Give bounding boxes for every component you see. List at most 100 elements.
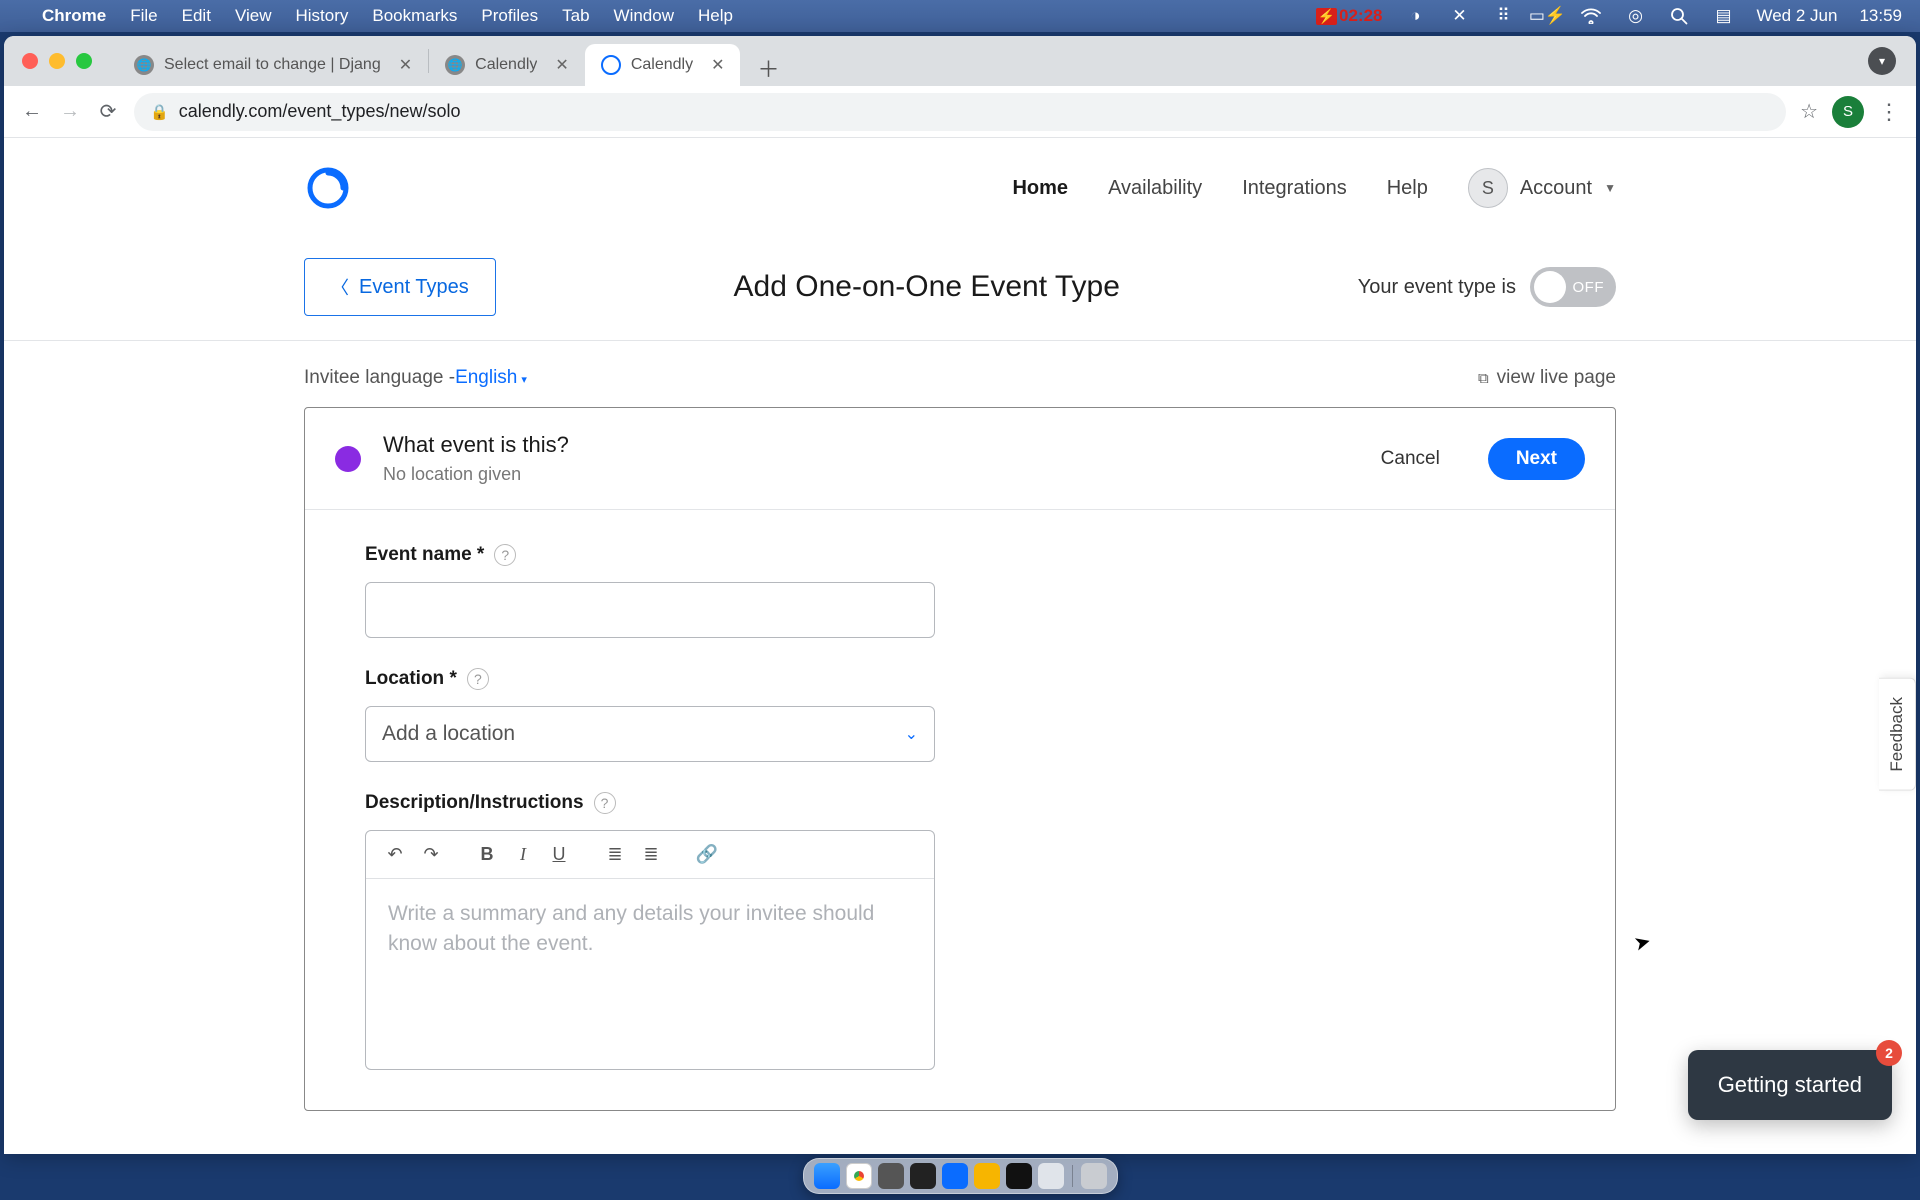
event-type-toggle[interactable]: OFF	[1530, 267, 1616, 307]
toggle-knob	[1534, 271, 1566, 303]
wifi-icon[interactable]	[1580, 8, 1602, 24]
rte-underline-button[interactable]: U	[544, 840, 574, 870]
rte-italic-button[interactable]: I	[508, 840, 538, 870]
back-button[interactable]: ←	[20, 100, 44, 123]
battery-icon[interactable]: ▭⚡	[1536, 6, 1558, 26]
menu-history[interactable]: History	[295, 6, 348, 26]
menubar-time[interactable]: 13:59	[1859, 6, 1902, 26]
dropbox-icon[interactable]: ◑	[1404, 6, 1426, 26]
chevron-down-icon: ⌄	[905, 724, 918, 744]
new-tab-button[interactable]: ＋	[750, 50, 786, 86]
event-name-input[interactable]	[365, 582, 935, 638]
rte-bullet-list-button[interactable]: ≣	[600, 840, 630, 870]
control-center-icon[interactable]: ▤	[1712, 6, 1734, 26]
help-icon[interactable]: ?	[467, 668, 489, 690]
nav-integrations[interactable]: Integrations	[1242, 177, 1347, 200]
next-button[interactable]: Next	[1488, 438, 1585, 480]
external-link-icon: ⧉	[1478, 370, 1489, 387]
menu-profiles[interactable]: Profiles	[481, 6, 538, 26]
page-title: Add One-on-One Event Type	[496, 270, 1358, 304]
rte-link-button[interactable]: 🔗	[692, 840, 722, 870]
menubar-app-name[interactable]: Chrome	[42, 6, 106, 26]
tool-icon[interactable]: ✕	[1448, 6, 1470, 26]
rte-undo-button[interactable]: ↶	[380, 840, 410, 870]
dock-vscode[interactable]	[942, 1163, 968, 1189]
account-avatar: S	[1468, 168, 1508, 208]
cancel-button[interactable]: Cancel	[1381, 448, 1440, 470]
help-icon[interactable]: ?	[594, 792, 616, 814]
description-textarea[interactable]: Write a summary and any details your inv…	[366, 879, 934, 1069]
dock-finder[interactable]	[814, 1163, 840, 1189]
nav-help[interactable]: Help	[1387, 177, 1428, 200]
card-subtitle: No location given	[383, 464, 569, 485]
window-minimize-button[interactable]	[49, 53, 65, 69]
reload-button[interactable]: ⟳	[96, 99, 120, 124]
dock-system-preferences[interactable]	[878, 1163, 904, 1189]
menu-edit[interactable]: Edit	[182, 6, 211, 26]
dock-obs[interactable]	[910, 1163, 936, 1189]
subheader: 〈 Event Types Add One-on-One Event Type …	[4, 238, 1916, 340]
forward-button[interactable]: →	[58, 100, 82, 123]
nav-home[interactable]: Home	[1012, 177, 1068, 200]
window-maximize-button[interactable]	[76, 53, 92, 69]
field-event-name: Event name * ?	[365, 544, 1555, 638]
tab-django-admin[interactable]: 🌐 Select email to change | Djang ✕	[118, 44, 428, 86]
rich-text-editor: ↶ ↷ B I U ≣ ≣ 🔗 Write a summary	[365, 830, 935, 1070]
field-location: Location * ? Add a location ⌄	[365, 668, 1555, 762]
feedback-tab[interactable]: Feedback	[1879, 678, 1916, 791]
spotlight-icon[interactable]: ◎	[1624, 6, 1646, 26]
globe-icon: 🌐	[134, 55, 154, 75]
event-name-label: Event name *	[365, 544, 484, 566]
chevron-down-icon: ▼	[1604, 181, 1616, 195]
chrome-profile-avatar[interactable]: S	[1832, 96, 1864, 128]
dock-trash[interactable]	[1081, 1163, 1107, 1189]
event-color-dot[interactable]	[335, 446, 361, 472]
menu-window[interactable]: Window	[614, 6, 674, 26]
tab-calendly-1[interactable]: 🌐 Calendly ✕	[429, 44, 585, 86]
menu-tab[interactable]: Tab	[562, 6, 589, 26]
menubar-date[interactable]: Wed 2 Jun	[1756, 6, 1837, 26]
dock-terminal[interactable]	[1006, 1163, 1032, 1189]
tab-calendly-2[interactable]: Calendly ✕	[585, 44, 741, 86]
dots-icon[interactable]: ⠿	[1492, 6, 1514, 26]
invitee-language-label: Invitee language -	[304, 367, 455, 389]
nav-availability[interactable]: Availability	[1108, 177, 1202, 200]
chrome-tabstrip: 🌐 Select email to change | Djang ✕ 🌐 Cal…	[4, 36, 1916, 86]
bookmark-star-icon[interactable]: ☆	[1800, 99, 1818, 124]
tab-close-button[interactable]: ✕	[555, 55, 568, 75]
rte-bold-button[interactable]: B	[472, 840, 502, 870]
chrome-window: 🌐 Select email to change | Djang ✕ 🌐 Cal…	[4, 36, 1916, 1154]
address-bar[interactable]: 🔒 calendly.com/event_types/new/solo	[134, 93, 1786, 131]
back-button-label: Event Types	[359, 276, 469, 299]
getting-started-widget[interactable]: Getting started 2	[1688, 1050, 1892, 1120]
toggle-label: Your event type is	[1358, 276, 1516, 299]
menubar-timer[interactable]: ⚡ 02:28	[1316, 6, 1383, 26]
url-text: calendly.com/event_types/new/solo	[179, 101, 461, 122]
calendly-logo[interactable]	[304, 164, 352, 212]
rte-number-list-button[interactable]: ≣	[636, 840, 666, 870]
menu-view[interactable]: View	[235, 6, 272, 26]
help-icon[interactable]: ?	[494, 544, 516, 566]
chevron-left-icon: 〈	[331, 274, 349, 300]
tab-close-button[interactable]: ✕	[399, 55, 412, 75]
tab-close-button[interactable]: ✕	[711, 55, 724, 75]
chevron-down-icon: ▾	[521, 374, 527, 386]
invitee-language-select[interactable]: English▾	[455, 367, 527, 389]
menu-bookmarks[interactable]: Bookmarks	[372, 6, 457, 26]
back-to-event-types-button[interactable]: 〈 Event Types	[304, 258, 496, 316]
account-menu[interactable]: S Account ▼	[1468, 168, 1616, 208]
menu-file[interactable]: File	[130, 6, 157, 26]
menu-help[interactable]: Help	[698, 6, 733, 26]
dock-mail[interactable]	[1038, 1163, 1064, 1189]
view-live-page-link[interactable]: ⧉ view live page	[1478, 367, 1616, 389]
window-close-button[interactable]	[22, 53, 38, 69]
dock-chrome[interactable]	[846, 1163, 872, 1189]
notification-badge: 2	[1876, 1040, 1902, 1066]
profile-indicator[interactable]: ▾	[1868, 47, 1896, 75]
search-icon[interactable]	[1668, 7, 1690, 25]
location-select[interactable]: Add a location ⌄	[365, 706, 935, 762]
dock-notes[interactable]	[974, 1163, 1000, 1189]
card-header: What event is this? No location given Ca…	[305, 408, 1615, 510]
rte-redo-button[interactable]: ↷	[416, 840, 446, 870]
chrome-menu-button[interactable]: ⋮	[1878, 99, 1900, 125]
